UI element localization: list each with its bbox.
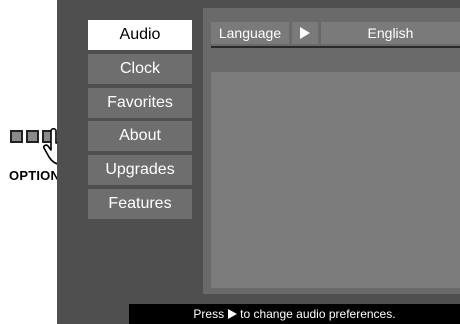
play-arrow-icon[interactable] xyxy=(292,22,318,44)
menu-screen: Audio Clock Favorites About Upgrades Fea… xyxy=(57,0,460,324)
language-setting-row[interactable]: Language English xyxy=(211,22,460,44)
menu-item-upgrades[interactable]: Upgrades xyxy=(88,155,192,185)
remote-button-icon xyxy=(26,130,39,143)
remote-button-icon xyxy=(10,130,23,143)
menu-item-features[interactable]: Features xyxy=(88,189,192,219)
play-arrow-icon xyxy=(227,305,238,324)
divider xyxy=(211,46,460,48)
menu-item-about[interactable]: About xyxy=(88,121,192,151)
language-label: Language xyxy=(211,22,289,44)
menu-item-audio[interactable]: Audio xyxy=(88,20,192,50)
menu-item-clock[interactable]: Clock xyxy=(88,54,192,84)
status-bar: Press to change audio preferences. xyxy=(129,304,460,324)
language-value[interactable]: English xyxy=(321,22,460,44)
status-text-before: Press xyxy=(193,307,225,321)
menu-item-favorites[interactable]: Favorites xyxy=(88,88,192,118)
stage: OPTIONS Audio Clock Favorites About Upgr… xyxy=(0,0,460,324)
settings-content-area xyxy=(211,72,460,288)
status-text-after: to change audio preferences. xyxy=(240,307,396,321)
audio-settings-panel: Language English xyxy=(203,8,460,294)
